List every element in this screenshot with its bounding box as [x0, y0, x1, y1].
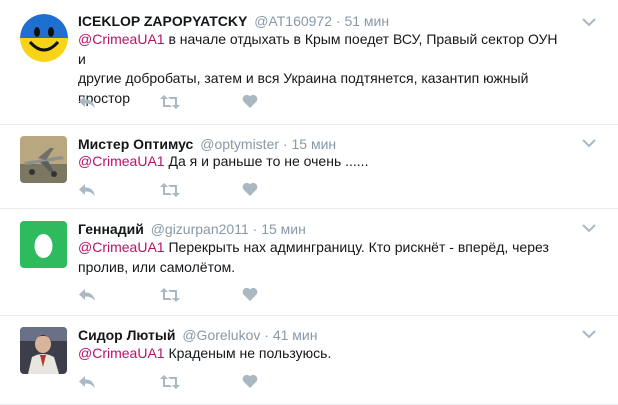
user-name[interactable]: ICEKLOP ZAPOPYATCKY — [78, 13, 247, 29]
tweet-item[interactable]: ICEKLOP ZAPOPYATCKY @AT160972 · 51 мин @… — [0, 0, 618, 125]
tweet-header: Мистер Оптимус @optymister · 15 мин — [78, 135, 336, 153]
timestamp[interactable]: 41 мин — [273, 327, 318, 343]
tweet-actions — [78, 287, 278, 305]
tweet-actions — [78, 94, 278, 112]
user-handle[interactable]: @optymister — [200, 136, 279, 152]
tweet-header: Сидор Лютый @Gorelukov · 41 мин — [78, 326, 317, 344]
user-name[interactable]: Сидор Лютый — [78, 327, 175, 343]
chevron-down-icon[interactable] — [582, 14, 596, 27]
separator-dot: · — [252, 221, 258, 237]
retweet-icon[interactable] — [160, 94, 180, 112]
user-handle[interactable]: @gizurpan2011 — [151, 221, 249, 237]
separator-dot: · — [335, 13, 341, 29]
separator-dot: · — [264, 327, 269, 343]
avatar[interactable] — [20, 327, 67, 374]
timestamp[interactable]: 51 мин — [344, 13, 389, 29]
tweet-item[interactable]: Мистер Оптимус @optymister · 15 мин @Cri… — [0, 125, 618, 209]
avatar[interactable] — [20, 221, 67, 268]
mention-link[interactable]: @CrimeaUA1 — [78, 239, 165, 255]
user-name[interactable]: Мистер Оптимус — [78, 136, 193, 152]
chevron-down-icon[interactable] — [582, 220, 596, 233]
tweet-text: @CrimeaUA1 Краденым не пользуюсь. — [78, 344, 568, 364]
mention-link[interactable]: @CrimeaUA1 — [78, 153, 165, 169]
like-icon[interactable] — [242, 94, 262, 112]
reply-icon[interactable] — [78, 94, 98, 112]
tweet-text-line: другие добробаты, затем и вся Украина по… — [78, 70, 529, 86]
timestamp[interactable]: 15 мин — [291, 136, 336, 152]
retweet-icon[interactable] — [160, 374, 180, 392]
tweet-text-line: Перекрыть нах админграницу. Кто рискнёт … — [164, 239, 549, 255]
mention-link[interactable]: @CrimeaUA1 — [78, 31, 165, 47]
tweet-header: ICEKLOP ZAPOPYATCKY @AT160972 · 51 мин — [78, 12, 389, 30]
mention-link[interactable]: @CrimeaUA1 — [78, 345, 165, 361]
like-icon[interactable] — [242, 287, 262, 305]
separator-dot: · — [282, 136, 288, 152]
reply-icon[interactable] — [78, 287, 98, 305]
tweet-actions — [78, 182, 278, 200]
tweet-text-line: пролив, или самолётом. — [78, 258, 236, 275]
user-handle[interactable]: @Gorelukov — [182, 327, 260, 343]
tweet-item[interactable]: Геннадий @gizurpan2011 · 15 мин @CrimeaU… — [0, 209, 618, 316]
tweet-text-line: Краденым не пользуюсь. — [164, 345, 332, 361]
reply-icon[interactable] — [78, 182, 98, 200]
tweet-text: @CrimeaUA1 Да я и раньше то не очень ...… — [78, 152, 568, 172]
chevron-down-icon[interactable] — [582, 326, 596, 339]
chevron-down-icon[interactable] — [582, 135, 596, 148]
tweet-actions — [78, 374, 278, 392]
tweet-item[interactable]: Сидор Лютый @Gorelukov · 41 мин @CrimeaU… — [0, 316, 618, 405]
retweet-icon[interactable] — [160, 287, 180, 305]
user-handle[interactable]: @AT160972 — [254, 13, 332, 29]
tweet-text: @CrimeaUA1 Перекрыть нах админграницу. К… — [78, 238, 568, 277]
like-icon[interactable] — [242, 374, 262, 392]
avatar[interactable] — [20, 136, 67, 183]
user-name[interactable]: Геннадий — [78, 221, 144, 237]
tweet-header: Геннадий @gizurpan2011 · 15 мин — [78, 220, 306, 238]
avatar[interactable] — [20, 14, 68, 62]
tweet-text-line: Да я и раньше то не очень ...... — [164, 153, 369, 169]
like-icon[interactable] — [242, 182, 262, 200]
reply-icon[interactable] — [78, 374, 98, 392]
timestamp[interactable]: 15 мин — [261, 221, 306, 237]
retweet-icon[interactable] — [160, 182, 180, 200]
